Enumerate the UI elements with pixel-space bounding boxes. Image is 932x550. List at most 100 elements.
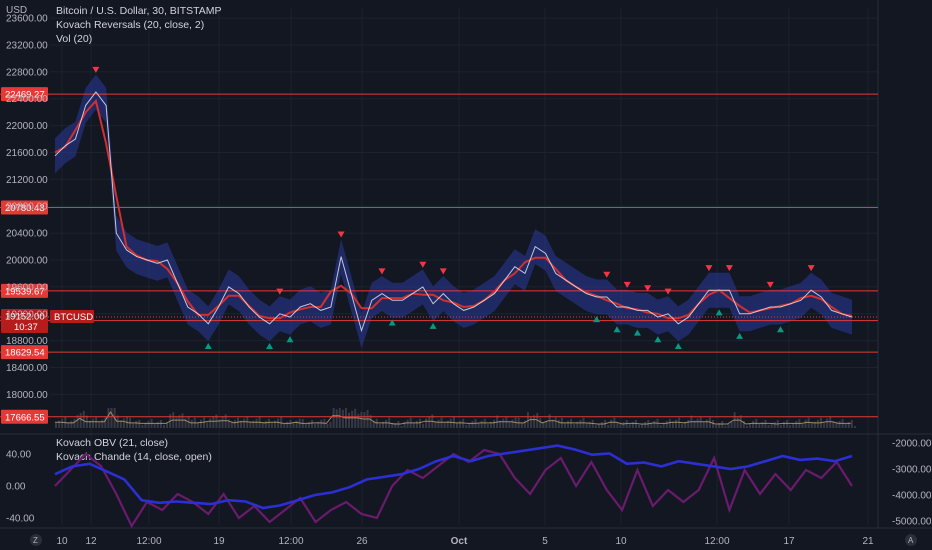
volume-bar [597,424,600,428]
volume-bar [853,426,856,428]
volume-bar [82,410,85,428]
indicator-volume-label[interactable]: Vol (20) [56,33,92,45]
volume-bar [92,418,95,428]
volume-bar [320,419,323,428]
volume-bar [264,420,267,428]
price-tick-label: 19200.00 [6,309,48,320]
volume-bar [267,418,270,428]
volume-bar [314,423,317,428]
volume-bar [116,415,119,428]
volume-bar [687,419,690,428]
volume-bar [348,412,351,428]
volume-bar [135,420,138,428]
indicator-reversals-label[interactable]: Kovach Reversals (20, close, 2) [56,19,204,31]
volume-bar [378,423,381,428]
volume-bar [773,422,776,428]
chart-canvas[interactable]: 22469.2720780.4319539.6719098.3618629.54… [0,0,932,550]
volume-bar [628,423,631,428]
volume-bar [70,420,73,428]
volume-bar [341,409,344,428]
volume-bar [641,424,644,428]
volume-bar [199,419,202,428]
settings-z-icon[interactable]: Z [30,534,42,546]
auto-scale-label: A [908,536,914,545]
time-tick-label: 12:00 [278,536,303,547]
volume-bar [196,422,199,428]
volume-bar [412,422,415,428]
volume-bar [557,419,560,428]
volume-bar [610,419,613,428]
volume-bar [332,408,335,428]
volume-bar [446,420,449,428]
oscillator-left-tick: 0.00 [6,482,26,493]
volume-bar [190,419,193,428]
volume-bar [338,408,341,428]
volume-bar [67,422,70,428]
volume-bar [311,419,314,428]
volume-bar [206,422,209,428]
volume-bar [764,419,767,428]
volume-bar [55,422,57,428]
time-tick-label: 12:00 [136,536,161,547]
volume-bar [203,417,206,428]
volume-bar [255,418,258,428]
volume-bar [619,424,622,428]
volume-bar [252,420,255,428]
price-tick-label: 19600.00 [6,282,48,293]
price-tick-label: 21200.00 [6,175,48,186]
volume-bar [554,417,557,428]
price-level-value: 18629.54 [5,348,45,359]
price-tick-label: 23200.00 [6,40,48,51]
time-tick-label: 21 [862,536,874,547]
volume-bar [212,416,215,428]
volume-bar [579,419,582,428]
volume-bar [758,423,761,428]
volume-bar [277,418,280,428]
volume-bar [745,426,748,428]
volume-bar [233,419,236,428]
volume-bar [520,422,523,428]
volume-bar [844,423,847,428]
volume-bar [110,408,113,428]
volume-bar [261,422,264,428]
volume-bar [425,418,428,428]
volume-bar [653,420,656,428]
volume-bar [696,418,699,428]
volume-bar [767,424,770,428]
volume-bar [471,420,474,428]
obv-title: Kovach OBV (21, close) [56,437,168,449]
time-tick-label: 12:00 [704,536,729,547]
volume-bar [304,423,307,428]
volume-bar [594,424,597,428]
volume-bar [795,420,798,428]
volume-bar [493,419,496,428]
volume-bar [850,419,853,428]
volume-bar [761,421,764,428]
volume-bar [98,421,101,428]
volume-bar [804,419,807,428]
price-axis[interactable]: 23600.0023200.0022800.0022400.0022000.00… [6,14,48,401]
price-tick-label: 22400.00 [6,94,48,105]
volume-bar [631,421,634,428]
price-tick-label: 22800.00 [6,67,48,78]
volume-bar [530,417,533,428]
volume-bar [665,420,668,428]
volume-bar [486,423,489,428]
auto-scale-icon[interactable]: A [905,534,917,546]
volume-bar [705,419,708,428]
oscillator-right-tick: -3000.00 [892,465,932,476]
volume-bar [539,417,542,428]
symbol-label: BTCUSD [54,312,93,323]
volume-bar [449,418,452,428]
volume-bar [847,421,850,428]
volume-bar [400,426,403,428]
volume-bar [789,424,792,428]
volume-bar [838,420,841,428]
volume-bar [286,421,289,428]
volume-bar [289,419,292,428]
volume-bar [335,409,338,428]
time-tick-label: 10 [615,536,627,547]
chart-title[interactable]: Bitcoin / U.S. Dollar, 30, BITSTAMP [56,5,222,17]
volume-bar [385,419,388,428]
time-tick-label: 5 [542,536,548,547]
